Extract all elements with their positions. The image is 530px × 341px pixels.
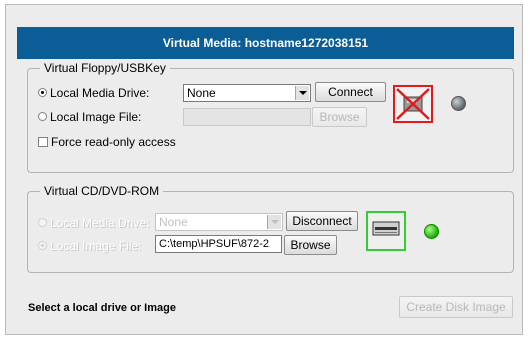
floppy-local-media-drive-radio[interactable] bbox=[38, 88, 47, 97]
create-disk-image-button[interactable]: Create Disk Image bbox=[399, 296, 513, 318]
cdrom-status-led bbox=[424, 224, 439, 239]
cdrom-local-image-file-label: Local Image File: bbox=[50, 239, 142, 253]
floppy-status-led bbox=[451, 96, 466, 111]
cdrom-media-drive-value: None bbox=[159, 215, 188, 229]
cdrom-browse-button[interactable]: Browse bbox=[284, 235, 337, 255]
force-readonly-checkbox[interactable] bbox=[38, 137, 48, 147]
cdrom-local-media-drive-label: Local Media Drive: bbox=[50, 216, 150, 230]
cdrom-media-drive-select[interactable]: None bbox=[155, 213, 283, 231]
disconnect-button[interactable]: Disconnect bbox=[286, 211, 358, 231]
status-message: Select a local drive or Image bbox=[28, 302, 176, 314]
force-readonly-label: Force read-only access bbox=[51, 135, 176, 149]
floppy-local-image-file-radio[interactable] bbox=[38, 112, 47, 121]
cdrom-local-image-file-radio[interactable] bbox=[38, 241, 47, 250]
cdrom-local-media-drive-radio[interactable] bbox=[38, 218, 47, 227]
floppy-local-media-drive-label: Local Media Drive: bbox=[50, 86, 150, 100]
cdrom-connected-icon bbox=[366, 211, 406, 251]
chevron-down-icon[interactable] bbox=[267, 215, 281, 229]
floppy-image-file-input[interactable] bbox=[183, 108, 311, 126]
floppy-local-image-file-label: Local Image File: bbox=[50, 110, 142, 124]
floppy-media-drive-select[interactable]: None bbox=[183, 84, 311, 102]
cdrom-group-title: Virtual CD/DVD-ROM bbox=[40, 184, 164, 198]
floppy-group-title: Virtual Floppy/USBKey bbox=[40, 61, 170, 75]
cdrom-image-file-input[interactable]: C:\temp\HPSUF\872-2 bbox=[155, 235, 282, 253]
window-title: Virtual Media: hostname1272038151 bbox=[17, 27, 514, 59]
cdrom-group: Virtual CD/DVD-ROM bbox=[27, 184, 514, 273]
connect-button[interactable]: Connect bbox=[315, 82, 386, 102]
floppy-browse-button[interactable]: Browse bbox=[312, 107, 367, 127]
chevron-down-icon[interactable] bbox=[295, 86, 309, 100]
floppy-media-drive-value: None bbox=[187, 86, 216, 100]
floppy-disconnected-icon bbox=[393, 85, 433, 123]
